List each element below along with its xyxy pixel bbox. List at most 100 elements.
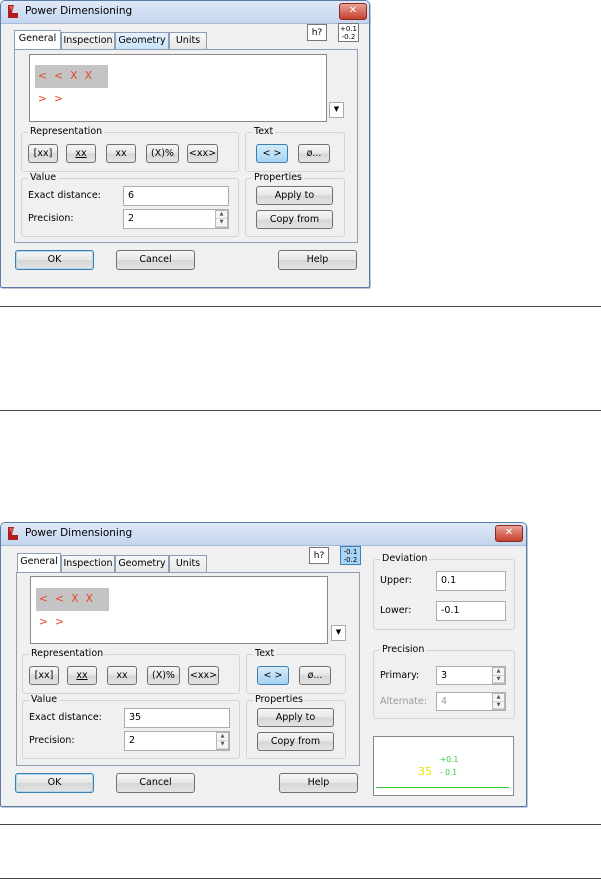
upper-field[interactable]: 0.1 <box>436 571 506 591</box>
precision-spinner[interactable]: ▲ ▼ <box>215 210 228 228</box>
precision-label: Precision: <box>29 735 75 746</box>
apply-to-button[interactable]: Apply to <box>256 186 333 205</box>
divider-line-1 <box>0 306 601 307</box>
tab-geometry[interactable]: Geometry <box>115 555 169 572</box>
representation-group: Representation [xx] xx xx (X)% <xx> <box>21 126 239 172</box>
exact-distance-field[interactable]: 35 <box>124 708 230 728</box>
h-question-icon[interactable]: h? <box>309 547 329 564</box>
text-default-button[interactable]: < > <box>257 666 289 685</box>
text-group-label: Text <box>253 648 277 660</box>
divider-line-3 <box>0 824 601 825</box>
lower-field[interactable]: -0.1 <box>436 601 506 621</box>
rep-underline-button[interactable]: xx <box>66 144 96 163</box>
upper-label: Upper: <box>380 575 412 586</box>
text-diameter-button[interactable]: ø... <box>298 144 330 163</box>
dimension-text-dropdown[interactable]: ▼ <box>329 102 344 118</box>
properties-label: Properties <box>253 694 306 706</box>
value-group: Value Exact distance: 35 Precision: 2 ▲ ▼ <box>22 694 240 759</box>
preview-pane: 35 +0.1 - 0.1 <box>373 736 514 796</box>
deviation-label: Deviation <box>380 553 430 565</box>
text-diameter-button[interactable]: ø... <box>299 666 331 685</box>
close-button[interactable]: ✕ <box>339 3 367 20</box>
rep-percent-button[interactable]: (X)% <box>146 144 179 163</box>
preview-upper-tolerance: +0.1 <box>440 755 459 764</box>
tab-general[interactable]: General <box>14 30 61 49</box>
tab-inspection[interactable]: Inspection <box>61 32 115 49</box>
tab-units[interactable]: Units <box>169 555 207 572</box>
preview-lower-tolerance: - 0.1 <box>440 768 458 777</box>
power-dimensioning-dialog-bottom: Power Dimensioning ✕ General Inspection … <box>0 522 527 807</box>
value-label: Value <box>29 694 60 706</box>
apply-to-button[interactable]: Apply to <box>257 708 334 727</box>
tab-panel-general: < < X X > > ▼ Representation [xx] xx xx … <box>14 49 358 243</box>
rep-underline-button[interactable]: xx <box>67 666 97 685</box>
h-question-icon[interactable]: h? <box>307 24 327 41</box>
tolerance-icon[interactable]: -0.1 -0.2 <box>340 546 361 565</box>
tab-strip: General Inspection Geometry Units <box>14 30 214 50</box>
tab-strip: General Inspection Geometry Units <box>17 553 217 573</box>
preview-dimension-line <box>376 787 509 788</box>
text-default-button[interactable]: < > <box>256 144 288 163</box>
representation-label: Representation <box>28 126 105 138</box>
preview-main-value: 35 <box>418 765 432 778</box>
text-group: Text < > ø... <box>245 126 345 172</box>
text-group-label: Text <box>252 126 276 138</box>
close-button[interactable]: ✕ <box>495 525 523 542</box>
divider-line-2 <box>0 410 601 411</box>
primary-spinner[interactable]: ▲ ▼ <box>492 667 505 684</box>
dimension-text-value: < < X X > > <box>36 588 109 628</box>
app-icon <box>8 5 18 18</box>
text-group: Text < > ø... <box>246 648 346 694</box>
rep-bracket-button[interactable]: [xx] <box>29 666 59 685</box>
rep-angle-button[interactable]: <xx> <box>187 144 218 163</box>
tolerance-icon[interactable]: +0.1 -0.2 <box>338 23 359 42</box>
ok-button[interactable]: OK <box>15 773 94 793</box>
rep-box-button[interactable]: xx <box>107 666 137 685</box>
dimension-text-dropdown[interactable]: ▼ <box>331 625 346 641</box>
precision-field[interactable]: 2 <box>124 731 230 751</box>
tab-geometry[interactable]: Geometry <box>115 32 169 49</box>
cancel-button[interactable]: Cancel <box>116 250 195 270</box>
rep-box-button[interactable]: xx <box>106 144 136 163</box>
tolerance-icon-bottom: -0.2 <box>341 33 356 41</box>
dimension-text-box[interactable]: < < X X > > <box>30 576 328 644</box>
tab-inspection[interactable]: Inspection <box>61 555 115 572</box>
dialog-title: Power Dimensioning <box>25 527 133 539</box>
title-bar[interactable]: Power Dimensioning ✕ <box>1 523 526 546</box>
cancel-button[interactable]: Cancel <box>116 773 195 793</box>
copy-from-button[interactable]: Copy from <box>257 732 334 751</box>
primary-label: Primary: <box>380 670 420 681</box>
help-button[interactable]: Help <box>278 250 357 270</box>
app-icon <box>8 527 18 540</box>
alternate-spinner[interactable]: ▲ ▼ <box>492 693 505 710</box>
exact-distance-field[interactable]: 6 <box>123 186 229 206</box>
help-button[interactable]: Help <box>279 773 358 793</box>
tolerance-icon-top: -0.1 <box>343 548 358 556</box>
copy-from-button[interactable]: Copy from <box>256 210 333 229</box>
title-bar[interactable]: Power Dimensioning ✕ <box>1 1 369 24</box>
lower-label: Lower: <box>380 605 412 616</box>
value-group: Value Exact distance: 6 Precision: 2 ▲ ▼ <box>21 172 239 237</box>
properties-group: Properties Apply to Copy from <box>245 172 345 237</box>
precision-spinner[interactable]: ▲ ▼ <box>216 732 229 750</box>
representation-group: Representation [xx] xx xx (X)% <xx> <box>22 648 240 694</box>
tab-general[interactable]: General <box>17 553 61 572</box>
ok-button[interactable]: OK <box>15 250 94 270</box>
tab-units[interactable]: Units <box>169 32 207 49</box>
exact-distance-label: Exact distance: <box>28 190 101 201</box>
precision-group-label: Precision <box>380 644 427 656</box>
properties-group: Properties Apply to Copy from <box>246 694 346 759</box>
rep-bracket-button[interactable]: [xx] <box>28 144 58 163</box>
dialog-title: Power Dimensioning <box>25 5 133 17</box>
precision-field[interactable]: 2 <box>123 209 229 229</box>
power-dimensioning-dialog-top: Power Dimensioning ✕ General Inspection … <box>0 0 370 288</box>
tab-panel-general: < < X X > > ▼ Representation [xx] xx xx … <box>16 572 360 766</box>
deviation-group: Deviation Upper: 0.1 Lower: -0.1 <box>373 553 515 630</box>
value-label: Value <box>28 172 59 184</box>
rep-angle-button[interactable]: <xx> <box>188 666 219 685</box>
alternate-label: Alternate: <box>380 696 428 707</box>
precision-label: Precision: <box>28 213 74 224</box>
rep-percent-button[interactable]: (X)% <box>147 666 180 685</box>
dimension-text-box[interactable]: < < X X > > <box>29 54 327 122</box>
precision-group: Precision Primary: 3 ▲ ▼ Alternate: 4 ▲ ▼ <box>373 644 515 719</box>
